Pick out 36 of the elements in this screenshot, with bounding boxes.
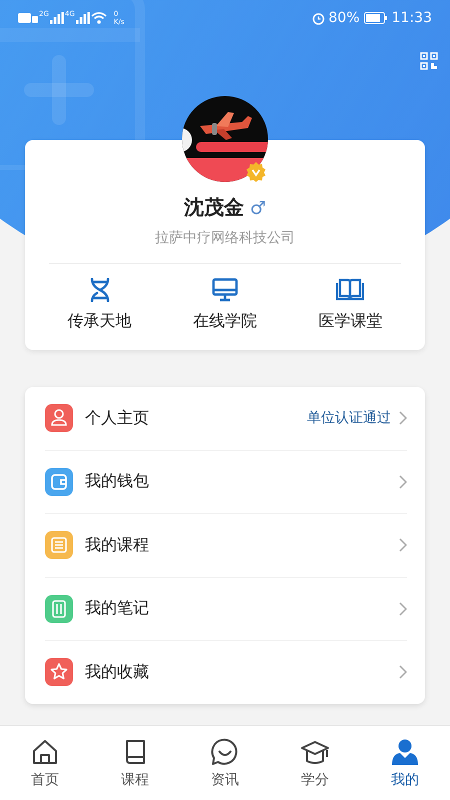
battery-percent: 80% xyxy=(328,10,360,26)
person-icon xyxy=(390,737,420,767)
gender-symbol: ♂ xyxy=(250,198,266,219)
menu-item[interactable]: 我的钱包 xyxy=(45,450,407,514)
home-icon xyxy=(30,737,60,767)
tab[interactable]: 我的 xyxy=(370,737,440,789)
qr-code-icon[interactable] xyxy=(420,52,438,70)
signal-icon xyxy=(76,12,90,24)
hd-icon xyxy=(18,13,38,23)
signal-icon xyxy=(50,12,64,24)
shortcut-button[interactable]: 在线学院 xyxy=(170,278,280,332)
tab[interactable]: 首页 xyxy=(10,737,80,789)
dna-icon xyxy=(88,278,111,302)
menu-item[interactable]: 我的课程 xyxy=(45,514,407,578)
chevron-icon xyxy=(399,538,407,552)
chevron-icon xyxy=(399,411,407,426)
company-name: 拉萨中疗网络科技公司 xyxy=(155,229,295,247)
shortcut-button[interactable]: 传承天地 xyxy=(44,278,155,332)
book-icon xyxy=(336,278,364,302)
battery-icon xyxy=(364,12,388,24)
menu-item[interactable]: 个人主页 单位认证通过 xyxy=(45,387,407,450)
tab[interactable]: 学分 xyxy=(280,737,350,789)
tab[interactable]: 资讯 xyxy=(190,737,260,789)
chevron-icon xyxy=(399,665,407,680)
clock-time: 11:33 xyxy=(392,10,432,26)
monitor-icon xyxy=(212,278,238,302)
wifi-icon xyxy=(90,12,107,24)
alarm-icon xyxy=(312,12,325,24)
menu-item[interactable]: 我的收藏 xyxy=(45,641,407,704)
user-name: 沈茂金 xyxy=(184,194,244,221)
chat-bubble-icon xyxy=(210,737,240,767)
menu-item[interactable]: 我的笔记 xyxy=(45,578,407,641)
tab[interactable]: 课程 xyxy=(100,737,170,789)
chevron-icon xyxy=(399,474,407,489)
chevron-icon xyxy=(399,602,407,616)
shortcut-button[interactable]: 医学课堂 xyxy=(295,278,406,332)
